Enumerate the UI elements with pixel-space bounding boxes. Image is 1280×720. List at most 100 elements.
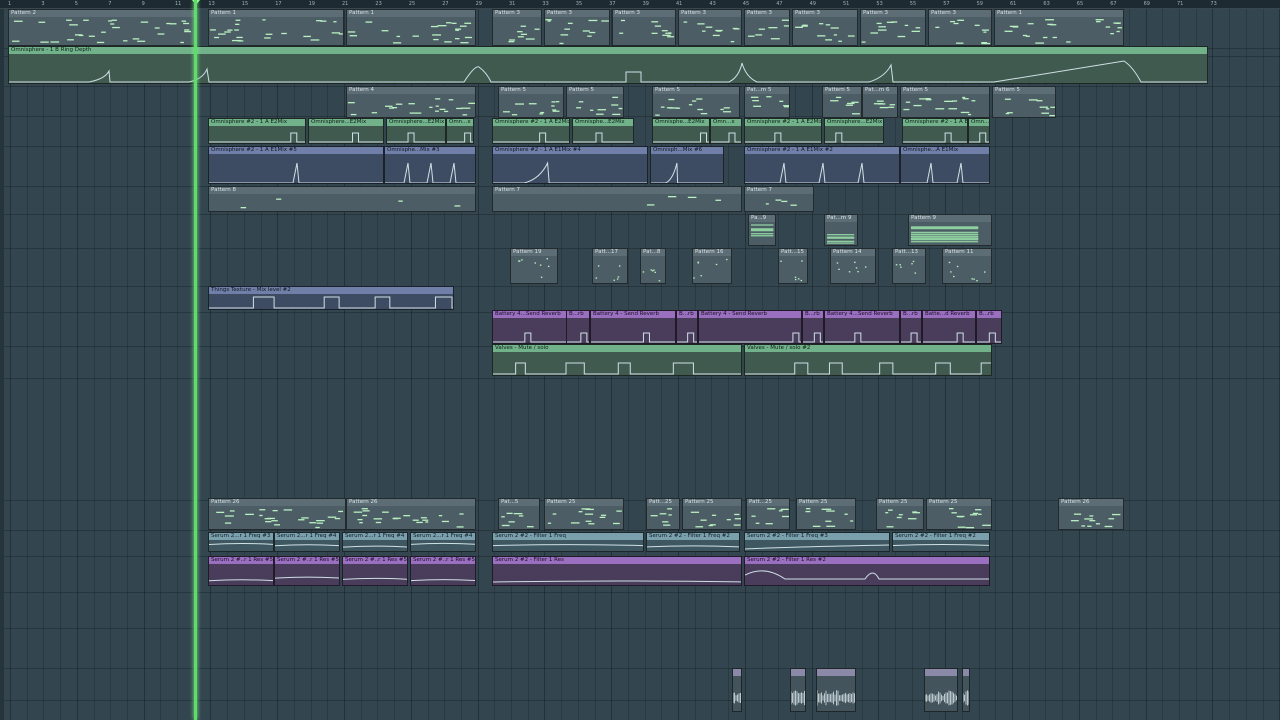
- automation-clip[interactable]: Serum 2 #2 - Filter 1 Freq: [492, 532, 644, 552]
- pattern-clip[interactable]: Pattern 7: [744, 186, 814, 212]
- automation-clip[interactable]: Omnisphere #2 - 1 A E2Mix: [492, 118, 570, 144]
- automation-clip[interactable]: Serum 2...r 1 Freq #4: [342, 532, 408, 552]
- automation-clip[interactable]: Valves - Mute / solo: [492, 344, 742, 376]
- automation-clip[interactable]: B...rb: [976, 310, 1002, 344]
- pattern-clip[interactable]: Pattern 26: [346, 498, 476, 530]
- pattern-clip[interactable]: Pattern 1: [346, 9, 476, 46]
- pattern-clip[interactable]: Pattern 5: [992, 86, 1056, 118]
- automation-clip[interactable]: Serum 2 #2 - Filter 1 Freq #2: [892, 532, 990, 552]
- pattern-clip[interactable]: Pattern 3: [544, 9, 610, 46]
- pattern-clip[interactable]: Pattern 19: [510, 248, 558, 284]
- pattern-clip[interactable]: Patt...25: [746, 498, 790, 530]
- automation-clip[interactable]: Omnisphere...E2Mix: [386, 118, 446, 144]
- pattern-clip[interactable]: Pattern 25: [544, 498, 624, 530]
- pattern-clip[interactable]: Pattern 26: [1058, 498, 1124, 530]
- automation-clip[interactable]: Omnisph...Mix #6: [650, 146, 724, 184]
- automation-clip[interactable]: B...rb: [566, 310, 590, 344]
- audio-clip[interactable]: [962, 668, 970, 712]
- automation-clip[interactable]: Serum 2 #2 - Filter 1 Res: [492, 556, 742, 586]
- pattern-clip[interactable]: Pattern 1: [994, 9, 1124, 46]
- automation-clip[interactable]: Serum 2...r 1 Freq #4: [274, 532, 340, 552]
- automation-clip[interactable]: Battery 4 - Send Reverb: [698, 310, 802, 344]
- pattern-clip[interactable]: Pat...m 6: [862, 86, 898, 118]
- automation-clip[interactable]: Omnisphere #2 - 1 A E1Mix #5: [208, 146, 384, 184]
- automation-clip[interactable]: B...rb: [802, 310, 824, 344]
- pattern-clip[interactable]: Pat...m 5: [744, 86, 790, 118]
- pattern-clip[interactable]: Pattern 25: [796, 498, 856, 530]
- pattern-clip[interactable]: Pattern 5: [822, 86, 862, 118]
- automation-clip[interactable]: Omnisphe...E2Mix: [652, 118, 710, 144]
- pattern-clip[interactable]: Patt...17: [592, 248, 628, 284]
- automation-clip[interactable]: Batte...d Reverb: [922, 310, 976, 344]
- pattern-clip[interactable]: Pattern 5: [566, 86, 624, 118]
- automation-clip[interactable]: Serum 2 #..r 1 Res #5: [342, 556, 408, 586]
- automation-clip[interactable]: Omn...x: [710, 118, 742, 144]
- automation-clip[interactable]: B...rb: [900, 310, 922, 344]
- pattern-clip[interactable]: Patt...15: [778, 248, 808, 284]
- automation-clip[interactable]: Omnisphere - 1 B Ring Depth: [8, 46, 1208, 84]
- pattern-clip[interactable]: Pattern 3: [928, 9, 992, 46]
- automation-clip[interactable]: Omnisphere #2 - 1 A E1Mix #4: [492, 146, 648, 184]
- pattern-clip[interactable]: Pattern 9: [908, 214, 992, 246]
- pattern-clip[interactable]: Pattern 8: [208, 186, 476, 212]
- pattern-clip[interactable]: Patt...13: [892, 248, 926, 284]
- pattern-clip[interactable]: Pat...8: [640, 248, 666, 284]
- automation-clip[interactable]: Omnisphere...E2Mix: [824, 118, 884, 144]
- automation-clip[interactable]: Omnisphere #2 - 1 A E1Mix #2: [744, 146, 900, 184]
- automation-clip[interactable]: Omnisphere #2 - 1 A E2Mix: [902, 118, 968, 144]
- automation-curve: [647, 545, 739, 548]
- audio-clip[interactable]: [816, 668, 856, 712]
- automation-clip[interactable]: Omnisphere #2 - 1 A E2Mix: [744, 118, 822, 144]
- pattern-clip[interactable]: Pattern 25: [682, 498, 742, 530]
- clip-label: Pa...9: [749, 215, 775, 222]
- pattern-clip[interactable]: Pattern 4: [346, 86, 476, 118]
- pattern-clip[interactable]: Pat...5: [498, 498, 540, 530]
- note-mark: [509, 39, 516, 41]
- automation-clip[interactable]: Battery 4...Send Reverb: [824, 310, 900, 344]
- automation-clip[interactable]: Battery 4 - Send Reverb: [590, 310, 676, 344]
- pattern-clip[interactable]: Pattern 3: [744, 9, 790, 46]
- pattern-clip[interactable]: Pattern 5: [900, 86, 990, 118]
- pattern-clip[interactable]: Pa...9: [748, 214, 776, 246]
- pattern-clip[interactable]: Pattern 5: [498, 86, 564, 118]
- automation-clip[interactable]: Serum 2 #..r 1 Res #5: [208, 556, 274, 586]
- automation-clip[interactable]: Omnisphe...A E1Mix: [900, 146, 990, 184]
- pattern-clip[interactable]: Pattern 14: [830, 248, 876, 284]
- pattern-clip[interactable]: Pattern 25: [926, 498, 992, 530]
- pattern-clip[interactable]: Pattern 3: [792, 9, 858, 46]
- pattern-clip[interactable]: Pattern 3: [860, 9, 926, 46]
- pattern-clip[interactable]: Pattern 11: [942, 248, 992, 284]
- automation-clip[interactable]: B...rb: [676, 310, 698, 344]
- automation-clip[interactable]: Serum 2 #2 - Filter 1 Res #2: [744, 556, 990, 586]
- pattern-clip[interactable]: Pattern 25: [876, 498, 924, 530]
- automation-clip[interactable]: Omnisphe...E2Mix: [572, 118, 634, 144]
- pattern-clip[interactable]: Pattern 3: [492, 9, 542, 46]
- pattern-clip[interactable]: Patt...25: [646, 498, 680, 530]
- automation-clip[interactable]: Serum 2...r 1 Freq #4: [410, 532, 476, 552]
- automation-clip[interactable]: Valves - Mute / solo #2: [744, 344, 992, 376]
- automation-clip[interactable]: Serum 2 #..r 1 Res #5: [274, 556, 340, 586]
- pattern-clip[interactable]: Pattern 3: [612, 9, 676, 46]
- automation-clip[interactable]: Things Texture - Mix level #2: [208, 286, 454, 310]
- pattern-clip[interactable]: Pattern 5: [652, 86, 740, 118]
- playhead[interactable]: [194, 0, 197, 720]
- audio-clip[interactable]: [732, 668, 742, 712]
- pattern-clip[interactable]: Pattern 26: [208, 498, 346, 530]
- automation-clip[interactable]: Omn...x: [968, 118, 990, 144]
- automation-clip[interactable]: Serum 2...r 1 Freq #3: [208, 532, 274, 552]
- pattern-clip[interactable]: Pattern 1: [208, 9, 344, 46]
- pattern-clip[interactable]: Pattern 16: [692, 248, 732, 284]
- automation-clip[interactable]: Omnisphe...Mix #3: [384, 146, 476, 184]
- automation-clip[interactable]: Omnisphere #2 - 1 A E2Mix: [208, 118, 306, 144]
- audio-clip[interactable]: [790, 668, 806, 712]
- pattern-clip[interactable]: Pattern 2: [8, 9, 196, 46]
- audio-clip[interactable]: [924, 668, 958, 712]
- automation-clip[interactable]: Serum 2 #2 - Filter 1 Freq #2: [646, 532, 740, 552]
- automation-clip[interactable]: Serum 2 #2 - Filter 1 Freq #3: [744, 532, 890, 552]
- pattern-clip[interactable]: Pattern 3: [678, 9, 742, 46]
- pattern-clip[interactable]: Pattern 7: [492, 186, 742, 212]
- automation-clip[interactable]: Omnisphere...E2Mix: [308, 118, 384, 144]
- automation-clip[interactable]: Serum 2 #..r 1 Res #5: [410, 556, 476, 586]
- pattern-clip[interactable]: Pat...m 9: [824, 214, 858, 246]
- automation-clip[interactable]: Omn...x: [446, 118, 474, 144]
